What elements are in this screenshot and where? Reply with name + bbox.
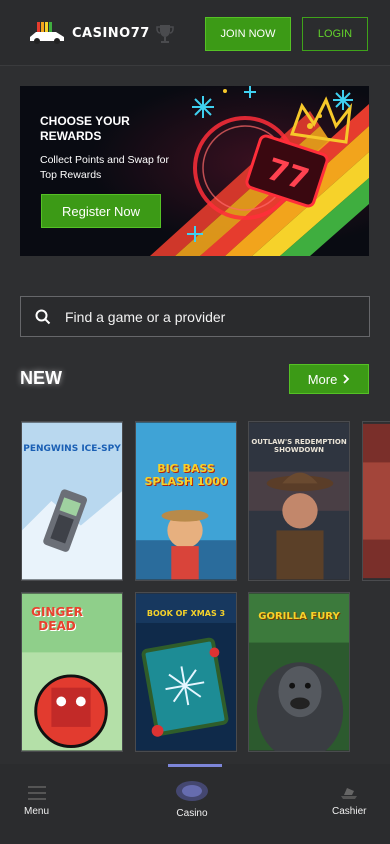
join-now-button[interactable]: JOIN NOW <box>205 17 291 51</box>
nav-casino[interactable]: Casino <box>174 780 210 819</box>
search-input[interactable]: Find a game or a provider <box>20 296 370 337</box>
game-title: BOOK OF XMAS 3 <box>146 609 226 618</box>
big-bass-artwork <box>136 422 236 580</box>
nav-menu[interactable]: Menu <box>24 786 49 817</box>
game-tile-pengwins[interactable]: PENGWINS ICE-SPY <box>21 421 123 581</box>
more-button[interactable]: More <box>289 364 369 394</box>
banner-subtitle: Collect Points and Swap for Top Rewards <box>40 154 169 181</box>
section-title-new: NEW <box>20 368 62 388</box>
casino-logo[interactable]: CASINO77 <box>28 22 150 44</box>
nav-casino-label: Casino <box>176 808 208 819</box>
chevron-right-icon <box>343 374 350 384</box>
active-tab-indicator <box>168 764 222 767</box>
bottom-nav: Menu Casino Cashier <box>0 764 390 844</box>
register-now-button[interactable]: Register Now <box>41 194 161 228</box>
nav-cashier-label: Cashier <box>332 806 367 817</box>
game-tile-big-bass[interactable]: BIG BASS SPLASH 1000 <box>135 421 237 581</box>
game-tile-outlaw[interactable]: OUTLAW'S REDEMPTION SHOWDOWN <box>248 421 350 581</box>
banner-title: CHOOSE YOUR REWARDS <box>40 114 130 143</box>
game-title: OUTLAW'S REDEMPTION SHOWDOWN <box>251 438 347 454</box>
search-icon <box>35 309 51 324</box>
game-title: GORILLA FURY <box>258 611 340 622</box>
game-tile-partial[interactable] <box>362 421 390 581</box>
cashier-icon <box>341 788 358 799</box>
partial-game-artwork <box>363 423 390 579</box>
nav-menu-label: Menu <box>24 806 50 817</box>
game-title: GINGER DEAD <box>31 605 83 633</box>
casino-chip-icon <box>176 781 208 801</box>
trophy-icon[interactable] <box>156 24 174 44</box>
top-bar: CASINO77 JOIN NOW LOGIN <box>0 0 390 66</box>
search-placeholder: Find a game or a provider <box>65 308 226 325</box>
car-logo-icon <box>28 22 66 44</box>
game-title: BIG BASS SPLASH 1000 <box>144 462 228 488</box>
logo-text: CASINO77 <box>72 25 150 41</box>
menu-icon <box>27 786 46 800</box>
game-tile-gorilla-fury[interactable]: GORILLA FURY <box>248 592 350 752</box>
promo-banner[interactable]: 77 CHOOSE YOUR REWARDS Collect Points an… <box>20 86 369 256</box>
login-button[interactable]: LOGIN <box>302 17 368 51</box>
more-label: More <box>307 371 338 387</box>
game-tile-ginger-dead[interactable]: GINGER DEAD <box>21 592 123 752</box>
game-title: PENGWINS ICE-SPY <box>23 444 121 454</box>
nav-cashier[interactable]: Cashier <box>332 786 366 817</box>
game-tile-book-of-xmas[interactable]: BOOK OF XMAS 3 <box>135 592 237 752</box>
